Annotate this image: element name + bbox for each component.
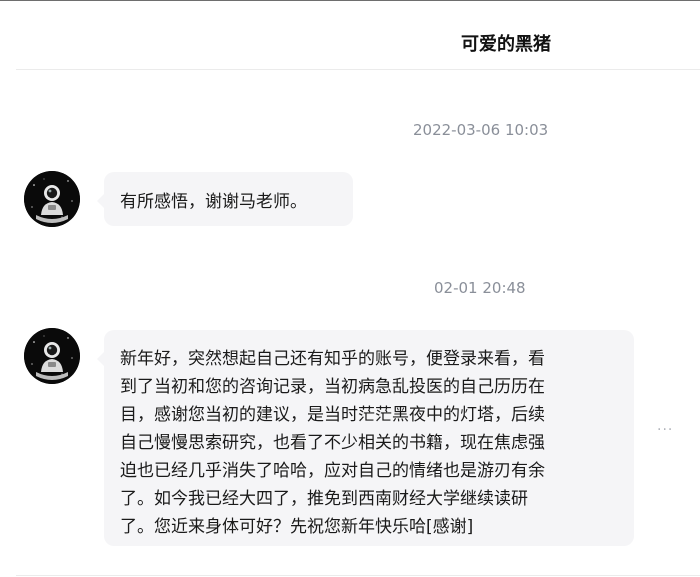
chat-header: 可爱的黑猪 — [16, 0, 700, 70]
message-bubble[interactable]: 有所感悟，谢谢马老师。 — [97, 172, 353, 226]
message-text: 有所感悟，谢谢马老师。 — [120, 192, 307, 212]
astronaut-avatar-icon — [24, 328, 80, 384]
message-text-line: 自己慢慢思索研究，也看了不少相关的书籍，现在焦虑强 — [120, 433, 545, 453]
input-divider — [16, 575, 700, 576]
conversation-title: 可爱的黑猪 — [461, 34, 551, 55]
message-text-line: 了。您近来身体可好？先祝您新年快乐哈[感谢] — [120, 517, 474, 537]
message-bubble[interactable]: 新年好，突然想起自己还有知乎的账号，便登录来看，看 到了当初和您的咨询记录，当初… — [97, 330, 634, 546]
message-text-line: 新年好，突然想起自己还有知乎的账号，便登录来看，看 — [120, 349, 545, 369]
sender-avatar[interactable] — [24, 171, 80, 227]
message-timestamp: 02-01 20:48 — [434, 279, 526, 297]
message-text-line: 了。如今我已经大四了，推免到西南财经大学继续读研 — [120, 489, 528, 509]
sender-avatar[interactable] — [24, 328, 80, 384]
message-text-line: 到了当初和您的咨询记录，当初病急乱投医的自己历历在 — [120, 377, 545, 397]
message-timestamp: 2022-03-06 10:03 — [413, 121, 549, 139]
astronaut-avatar-icon — [24, 171, 80, 227]
message-text-line: 目，感谢您当初的建议，是当时茫茫黑夜中的灯塔，后续 — [120, 405, 545, 425]
more-horizontal-icon[interactable]: ··· — [657, 423, 679, 437]
message-text-line: 迫也已经几乎消失了哈哈，应对自己的情绪也是游刃有余 — [120, 461, 545, 481]
